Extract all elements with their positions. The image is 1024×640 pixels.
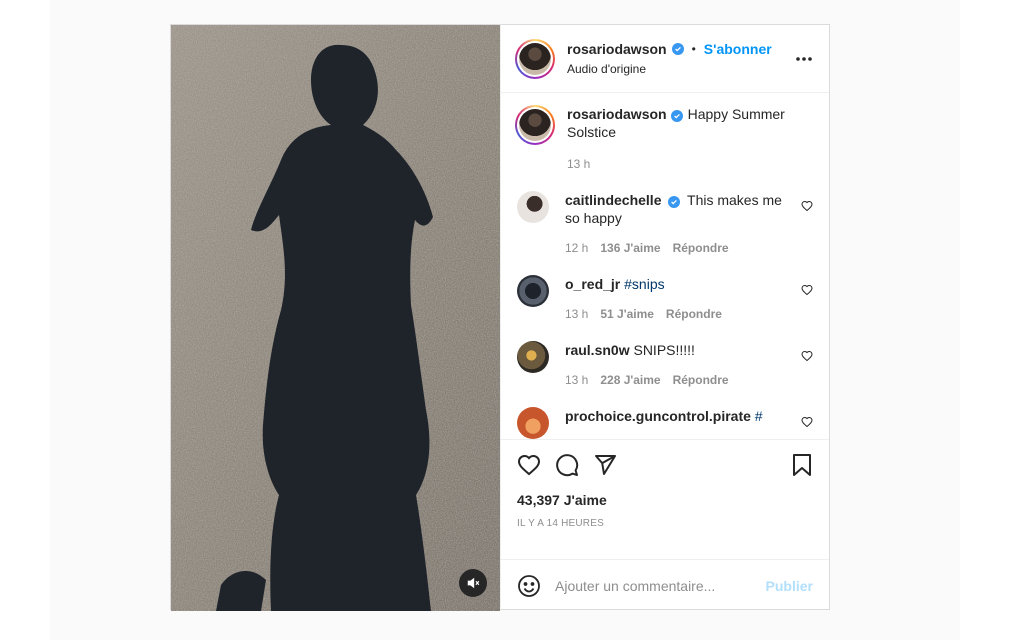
separator-dot: • (691, 42, 696, 56)
likes-count[interactable]: 43,397 J'aime (517, 492, 813, 508)
heart-small-icon[interactable] (801, 349, 813, 367)
comment-avatar[interactable] (517, 191, 549, 223)
comments-list[interactable]: rosariodawson Happy Summer Solstice 13 h … (501, 93, 829, 439)
post-time-ago[interactable]: IL Y A 14 HEURES (517, 518, 813, 529)
more-options-icon[interactable] (795, 49, 813, 67)
add-comment-bar: Publier (501, 559, 829, 611)
comment-username[interactable]: caitlindechelle (565, 192, 661, 208)
heart-small-icon[interactable] (801, 199, 813, 217)
heart-icon[interactable] (517, 453, 541, 477)
author-username[interactable]: rosariodawson (567, 41, 667, 57)
post-header: rosariodawson • S'abonner Audio d'origin… (501, 25, 829, 93)
shadow-photo (171, 25, 500, 611)
comment-item: prochoice.guncontrol.pirate # (515, 407, 813, 439)
author-avatar[interactable] (515, 39, 555, 79)
comment-icon[interactable] (555, 453, 579, 477)
comment-item: caitlindechelle This makes me so happy 1… (515, 191, 813, 257)
comment-hashtag[interactable]: #snips (624, 276, 664, 292)
comment-hashtag[interactable]: # (755, 408, 763, 424)
reply-button[interactable]: Répondre (666, 305, 722, 323)
caption-avatar[interactable] (515, 105, 555, 145)
mute-button[interactable] (459, 569, 487, 597)
reply-button[interactable]: Répondre (673, 239, 729, 257)
comment-likes[interactable]: 136 J'aime (600, 239, 660, 257)
caption-time[interactable]: 13 h (567, 155, 590, 173)
follow-button[interactable]: S'abonner (704, 41, 772, 57)
publish-button[interactable]: Publier (766, 578, 813, 594)
comment-time[interactable]: 12 h (565, 239, 588, 257)
comment-text: SNIPS!!!!! (633, 342, 695, 358)
comment-item: raul.sn0w SNIPS!!!!! 13 h 228 J'aime Rép… (515, 341, 813, 389)
comment-username[interactable]: raul.sn0w (565, 342, 630, 358)
post-actions: 43,397 J'aime IL Y A 14 HEURES (501, 439, 829, 559)
verified-badge-icon (670, 110, 683, 122)
caption-username[interactable]: rosariodawson (567, 106, 667, 122)
reply-button[interactable]: Répondre (673, 371, 729, 389)
post-media[interactable] (171, 25, 500, 611)
bookmark-icon[interactable] (791, 453, 813, 477)
emoji-icon[interactable] (517, 574, 541, 598)
comment-username[interactable]: o_red_jr (565, 276, 620, 292)
comment-time[interactable]: 13 h (565, 305, 588, 323)
comment-likes[interactable]: 51 J'aime (600, 305, 654, 323)
verified-badge-icon (671, 43, 684, 55)
heart-small-icon[interactable] (801, 415, 813, 433)
comment-avatar[interactable] (517, 275, 549, 307)
comment-avatar[interactable] (517, 341, 549, 373)
audio-label[interactable]: Audio d'origine (567, 62, 772, 76)
comment-likes[interactable]: 228 J'aime (600, 371, 660, 389)
comment-item: o_red_jr #snips 13 h 51 J'aime Répondre (515, 275, 813, 323)
verified-badge-icon (668, 196, 681, 208)
comment-input[interactable] (555, 577, 766, 594)
heart-small-icon[interactable] (801, 283, 813, 301)
comment-time[interactable]: 13 h (565, 371, 588, 389)
mute-icon (467, 577, 480, 589)
post-panel: rosariodawson • S'abonner Audio d'origin… (500, 25, 829, 611)
post-modal: rosariodawson • S'abonner Audio d'origin… (170, 24, 830, 611)
share-icon[interactable] (593, 453, 617, 477)
caption: rosariodawson Happy Summer Solstice 13 h (515, 105, 813, 173)
comment-avatar[interactable] (517, 407, 549, 439)
comment-username[interactable]: prochoice.guncontrol.pirate (565, 408, 751, 424)
